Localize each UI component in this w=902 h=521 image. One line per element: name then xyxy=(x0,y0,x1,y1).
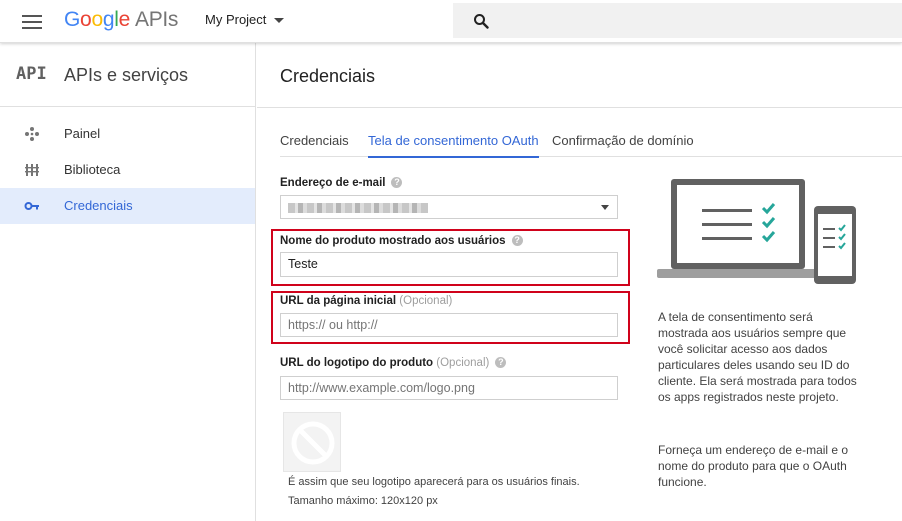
key-icon xyxy=(24,202,39,210)
logo-preview xyxy=(283,412,341,472)
homepage-label-text: URL da página inicial xyxy=(280,295,397,307)
email-select[interactable] xyxy=(280,195,618,219)
hamburger-menu-icon[interactable] xyxy=(20,12,44,32)
sidebar-item-label: Biblioteca xyxy=(64,162,121,177)
api-badge: API xyxy=(16,64,47,84)
tab-domain-verification[interactable]: Confirmação de domínio xyxy=(552,133,694,157)
redacted-email xyxy=(288,203,428,213)
dashboard-icon xyxy=(25,127,39,141)
sidebar-item-biblioteca[interactable]: Biblioteca xyxy=(0,152,255,188)
logo-url-label-text: URL do logotipo do produto xyxy=(280,357,434,369)
logo-letter: e xyxy=(118,8,131,31)
library-icon xyxy=(25,164,39,176)
consent-info-paragraph: Forneça um endereço de e-mail e o nome d… xyxy=(658,443,849,489)
page-title: Credenciais xyxy=(280,66,376,86)
project-name: My Project xyxy=(205,12,267,27)
logo-apis-text: APIs xyxy=(134,8,179,31)
logo-url-input[interactable]: http://www.example.com/logo.png xyxy=(280,376,618,400)
help-icon[interactable]: ? xyxy=(391,177,403,189)
search-input[interactable] xyxy=(453,3,902,38)
logo-letter: o xyxy=(80,8,92,31)
sidebar: API APIs e serviços Painel Biblioteca Cr… xyxy=(0,43,256,521)
homepage-url-input[interactable]: https:// ou http:// xyxy=(280,313,618,337)
logo-url-label: URL do logotipo do produto (Opcional)? xyxy=(280,357,507,369)
top-bar: Google APIs My Project xyxy=(0,0,902,43)
tab-oauth-consent-screen[interactable]: Tela de consentimento OAuth xyxy=(368,133,539,158)
no-image-icon xyxy=(291,421,335,465)
sidebar-item-label: Painel xyxy=(64,126,101,141)
help-icon[interactable]: ? xyxy=(495,357,507,369)
product-name-label-text: Nome do produto mostrado aos usuários xyxy=(280,235,506,247)
consent-screen-illustration xyxy=(657,179,856,284)
sidebar-title: APIs e serviços xyxy=(64,65,189,85)
sidebar-item-label: Credenciais xyxy=(64,198,133,213)
sidebar-item-painel[interactable]: Painel xyxy=(0,116,255,152)
logo-letter: o xyxy=(91,8,103,31)
sidebar-header: API APIs e serviços xyxy=(0,43,255,107)
search-icon[interactable] xyxy=(473,13,489,29)
product-name-label: Nome do produto mostrado aos usuários? xyxy=(280,235,523,247)
sidebar-item-credenciais[interactable]: Credenciais xyxy=(0,188,255,224)
homepage-url-label: URL da página inicial (Opcional) xyxy=(280,295,452,307)
chevron-down-icon xyxy=(274,18,285,24)
consent-info-paragraph: A tela de consentimento será mostrada ao… xyxy=(658,310,857,404)
help-icon[interactable]: ? xyxy=(511,235,523,247)
chevron-down-icon xyxy=(601,205,609,210)
logo-max-size: Tamanho máximo: 120x120 px xyxy=(288,495,438,507)
optional-tag: (Opcional) xyxy=(436,357,490,369)
product-name-input[interactable]: Teste xyxy=(280,252,618,277)
divider xyxy=(257,107,902,108)
email-field-label: Endereço de e-mail? xyxy=(280,177,403,189)
logo-letter: G xyxy=(64,8,81,31)
main-content: Credenciais Credenciais Tela de consenti… xyxy=(257,43,902,521)
logo-letter: g xyxy=(102,8,115,31)
google-apis-logo[interactable]: Google APIs xyxy=(64,8,178,32)
project-selector[interactable]: My Project xyxy=(205,12,285,27)
tab-credenciais[interactable]: Credenciais xyxy=(280,133,349,157)
tab-bar: Credenciais Tela de consentimento OAuth … xyxy=(280,127,902,158)
logo-note: É assim que seu logotipo aparecerá para … xyxy=(288,476,580,488)
optional-tag: (Opcional) xyxy=(399,295,453,307)
email-label-text: Endereço de e-mail xyxy=(280,177,386,189)
